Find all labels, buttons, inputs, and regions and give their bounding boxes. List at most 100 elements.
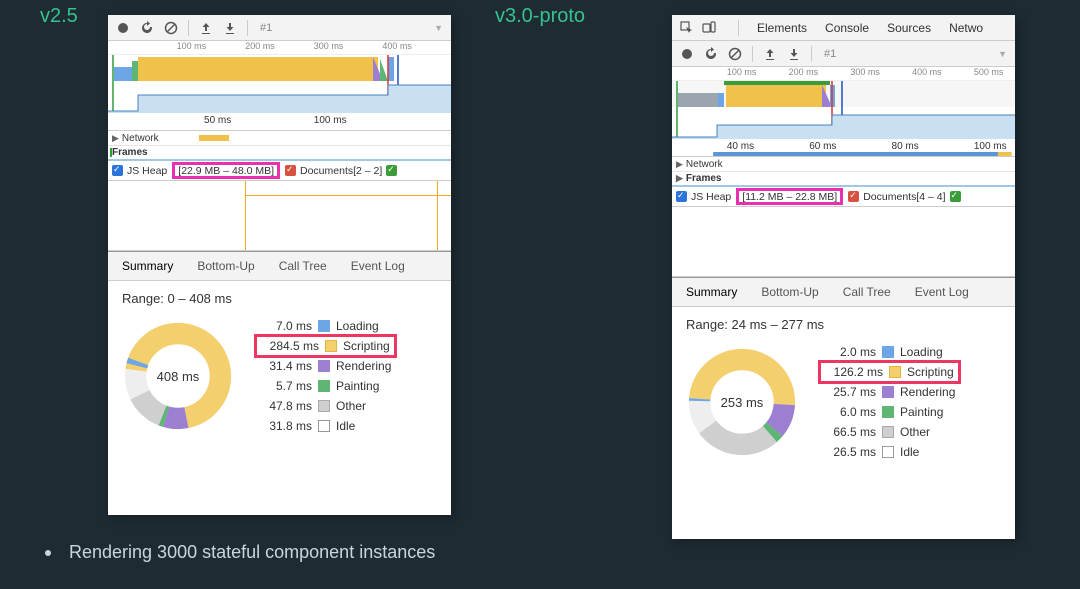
donut-area: 253 ms 2.0 ms Loading 126.2 msScripting 2…: [672, 336, 1015, 474]
detail-ruler: 50 ms 100 ms: [108, 113, 451, 131]
tick: 200 ms: [789, 67, 819, 77]
swatch-idle: [318, 420, 330, 432]
jsheap-checkbox[interactable]: [676, 191, 687, 202]
swatch-loading: [318, 320, 330, 332]
upload-icon[interactable]: [199, 21, 213, 35]
recording-tab[interactable]: #1: [260, 22, 272, 34]
swatch-painting: [882, 406, 894, 418]
toolbar-divider: [188, 20, 189, 36]
legend-val: 7.0 ms: [254, 319, 312, 333]
documents-checkbox[interactable]: [848, 191, 859, 202]
documents-checkbox[interactable]: [285, 165, 296, 176]
donut-center-label: 408 ms: [122, 320, 234, 432]
frames-track[interactable]: ▶Frames: [672, 172, 1015, 187]
legend-label: Rendering: [900, 385, 955, 399]
frames-track[interactable]: Frames: [108, 146, 451, 161]
toolbar-caret-icon[interactable]: ▼: [434, 23, 443, 33]
legend-label: Other: [900, 425, 930, 439]
jsheap-checkbox[interactable]: [112, 165, 123, 176]
tab-elements[interactable]: Elements: [757, 21, 807, 35]
summary-tabs: Summary Bottom-Up Call Tree Event Log: [108, 251, 451, 281]
recording-tab[interactable]: #1: [824, 48, 836, 60]
documents-label: Documents[4 – 4]: [863, 191, 945, 203]
tick: 300 ms: [850, 67, 880, 77]
performance-toolbar: #1 ▼: [108, 15, 451, 41]
tick: 400 ms: [912, 67, 942, 77]
reload-icon[interactable]: [704, 47, 718, 61]
swatch-loading: [882, 346, 894, 358]
overview-body: [672, 81, 1015, 139]
tab-event-log[interactable]: Event Log: [351, 259, 405, 273]
tab-summary[interactable]: Summary: [122, 259, 173, 273]
version-label-v25: v2.5: [40, 5, 78, 28]
tick: 100 ms: [177, 41, 207, 51]
tick: 100 ms: [727, 67, 757, 77]
tab-call-tree[interactable]: Call Tree: [279, 259, 327, 273]
legend-val: 6.0 ms: [818, 405, 876, 419]
counters-row: JS Heap [22.9 MB – 48.0 MB] Documents[2 …: [108, 161, 451, 181]
upload-icon[interactable]: [763, 47, 777, 61]
network-track[interactable]: ▶Network: [672, 157, 1015, 172]
jsheap-label: JS Heap: [127, 165, 167, 177]
overview-timeline[interactable]: 100 ms 200 ms 300 ms 400 ms: [108, 41, 451, 113]
tab-event-log[interactable]: Event Log: [915, 285, 969, 299]
clear-icon[interactable]: [728, 47, 742, 61]
inspect-icon[interactable]: [680, 21, 694, 35]
documents-label: Documents[2 – 2]: [300, 165, 382, 177]
heap-counter-graph: [108, 181, 451, 251]
device-icon[interactable]: [702, 21, 716, 35]
version-label-v30: v3.0-proto: [495, 5, 585, 28]
legend-label: Rendering: [336, 359, 391, 373]
legend-label: Idle: [336, 419, 355, 433]
heap-counter-graph: [672, 207, 1015, 277]
legend-val: 5.7 ms: [254, 379, 312, 393]
devtools-panel-v25: #1 ▼ 100 ms 200 ms 300 ms 400 ms: [108, 15, 451, 515]
tab-summary[interactable]: Summary: [686, 285, 737, 299]
swatch-idle: [882, 446, 894, 458]
track-label: Network: [122, 133, 159, 144]
donut-chart: 408 ms: [122, 320, 234, 432]
toolbar-caret-icon[interactable]: ▼: [998, 49, 1007, 59]
overview-ruler: 100 ms 200 ms 300 ms 400 ms 500 ms: [672, 67, 1015, 81]
overview-ruler: 100 ms 200 ms 300 ms 400 ms: [108, 41, 451, 55]
legend-label: Painting: [900, 405, 943, 419]
legend-val: 26.5 ms: [818, 445, 876, 459]
tab-network[interactable]: Netwo: [949, 21, 983, 35]
swatch-scripting: [325, 340, 337, 352]
track-label: Network: [686, 159, 723, 170]
toolbar-divider: [247, 20, 248, 36]
reload-icon[interactable]: [140, 21, 154, 35]
legend-val: 2.0 ms: [818, 345, 876, 359]
download-icon[interactable]: [787, 47, 801, 61]
tab-sources[interactable]: Sources: [887, 21, 931, 35]
tab-call-tree[interactable]: Call Tree: [843, 285, 891, 299]
tab-bottom-up[interactable]: Bottom-Up: [761, 285, 818, 299]
detail-ruler: 40 ms 60 ms 80 ms 100 ms: [672, 139, 1015, 157]
record-icon[interactable]: [116, 21, 130, 35]
slide-bullet: Rendering 3000 stateful component instan…: [45, 542, 435, 563]
donut-chart: 253 ms: [686, 346, 798, 458]
tick: 500 ms: [974, 67, 1004, 77]
swatch-rendering: [318, 360, 330, 372]
clear-icon[interactable]: [164, 21, 178, 35]
tab-bottom-up[interactable]: Bottom-Up: [197, 259, 254, 273]
legend-label: Scripting: [907, 365, 954, 379]
record-icon[interactable]: [680, 47, 694, 61]
legend-label: Loading: [900, 345, 943, 359]
scripting-highlight: 126.2 msScripting: [818, 360, 961, 384]
nodes-checkbox[interactable]: [950, 191, 961, 202]
download-icon[interactable]: [223, 21, 237, 35]
network-chip: [199, 135, 229, 141]
tick: 200 ms: [245, 41, 275, 51]
legend-label: Other: [336, 399, 366, 413]
toolbar-divider: [752, 46, 753, 62]
performance-toolbar: #1 ▼: [672, 41, 1015, 67]
overview-timeline[interactable]: 100 ms 200 ms 300 ms 400 ms 500 ms: [672, 67, 1015, 139]
network-track[interactable]: ▶Network: [108, 131, 451, 146]
swatch-scripting: [889, 366, 901, 378]
tick: 100 ms: [314, 115, 347, 126]
nodes-checkbox[interactable]: [386, 165, 397, 176]
swatch-painting: [318, 380, 330, 392]
legend-label: Painting: [336, 379, 379, 393]
tab-console[interactable]: Console: [825, 21, 869, 35]
